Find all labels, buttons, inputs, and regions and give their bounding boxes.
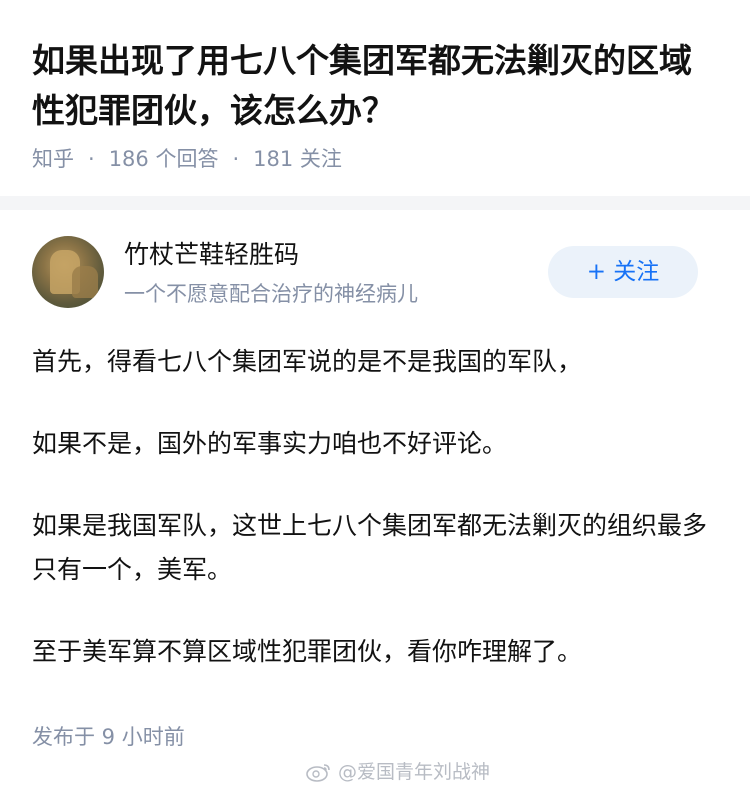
- watermark-text: @爱国青年刘战神: [338, 761, 491, 783]
- follower-count[interactable]: 181 关注: [253, 144, 342, 174]
- weibo-icon: [306, 762, 332, 782]
- follow-button[interactable]: + 关注: [548, 246, 698, 298]
- section-divider: [0, 196, 750, 210]
- question-title[interactable]: 如果出现了用七八个集团军都无法剿灭的区域性犯罪团伙，该怎么办？: [32, 36, 722, 136]
- source-label[interactable]: 知乎: [32, 144, 74, 174]
- publish-time: 发布于 9 小时前: [32, 725, 185, 749]
- answer-paragraph: 如果是我国军队，这世上七八个集团军都无法剿灭的组织最多只有一个，美军。: [32, 511, 708, 584]
- separator-dot: ·: [232, 147, 240, 171]
- answer-content: 首先，得看七八个集团军说的是不是我国的军队， 如果不是，国外的军事实力咱也不好评…: [32, 340, 722, 674]
- author-name[interactable]: 竹杖芒鞋轻胜码: [124, 238, 299, 272]
- avatar[interactable]: [32, 236, 104, 308]
- question-meta: 知乎 · 186 个回答 · 181 关注: [32, 144, 342, 174]
- author-bio: 一个不愿意配合治疗的神经病儿: [124, 282, 418, 306]
- answer-paragraph: 如果不是，国外的军事实力咱也不好评论。: [32, 429, 508, 458]
- watermark: @爱国青年刘战神: [306, 758, 490, 786]
- answer-paragraph: 至于美军算不算区域性犯罪团伙，看你咋理解了。: [32, 637, 583, 666]
- author-card: 竹杖芒鞋轻胜码 一个不愿意配合治疗的神经病儿 + 关注: [32, 236, 718, 312]
- answer-count[interactable]: 186 个回答: [109, 144, 219, 174]
- question-header: 如果出现了用七八个集团军都无法剿灭的区域性犯罪团伙，该怎么办？ 知乎 · 186…: [0, 0, 750, 196]
- answer-paragraph: 首先，得看七八个集团军说的是不是我国的军队，: [32, 347, 583, 376]
- separator-dot: ·: [88, 147, 95, 171]
